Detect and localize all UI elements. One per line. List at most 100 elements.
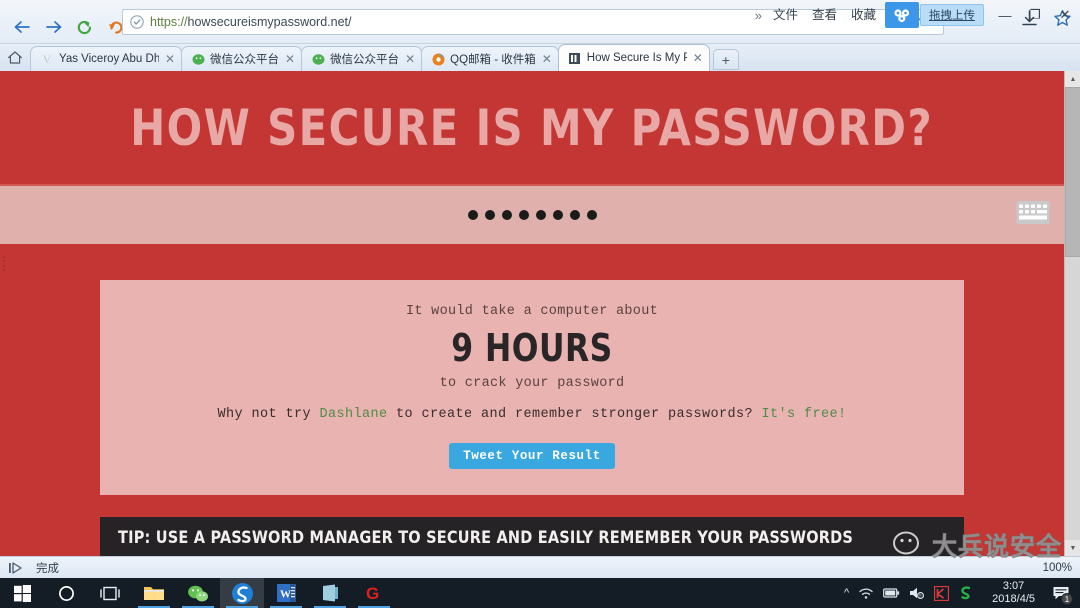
scrollbar-up-arrow[interactable]: ▲ [1065, 71, 1080, 87]
password-dot [518, 210, 529, 220]
web-page: How Secure Is My Password? [0, 71, 1064, 556]
page-body: It would take a computer about 9 HOURS t… [0, 244, 1064, 556]
page-header: How Secure Is My Password? [0, 71, 1064, 184]
page-viewport: How Secure Is My Password? [0, 71, 1080, 556]
crack-time-value: 9 HOURS [451, 326, 613, 370]
cortana-search-button[interactable] [44, 578, 88, 608]
minimize-button[interactable]: — [990, 2, 1020, 28]
notification-badge: 1 [1061, 593, 1073, 605]
tab-label: 微信公众平台 [330, 54, 400, 66]
result-sub-text: to crack your password [439, 376, 625, 391]
menu-file[interactable]: 文件 [766, 0, 805, 30]
password-dot [535, 210, 546, 220]
battery-icon[interactable] [883, 587, 900, 599]
forward-button[interactable] [39, 14, 67, 40]
tab-label: 微信公众平台 [210, 54, 279, 66]
home-icon[interactable] [0, 44, 30, 71]
page-scrollbar[interactable]: ▲ ▼ [1064, 71, 1080, 556]
password-dot [501, 210, 512, 220]
password-dot [569, 210, 580, 220]
tab-qq-mail[interactable]: QQ邮箱 - 收件箱 ✕ [421, 46, 559, 71]
menu-view[interactable]: 查看 [805, 0, 844, 30]
wifi-icon[interactable] [858, 586, 874, 600]
screen: ▼ https://howsecureismypassword.net/ ▼ »… [0, 0, 1080, 608]
kaspersky-icon[interactable] [934, 585, 950, 601]
promo-middle: to create and remember stronger password… [387, 407, 762, 422]
shield-check-icon [130, 15, 144, 29]
tab-close-icon[interactable]: ✕ [285, 52, 295, 66]
clock-time: 3:07 [1002, 580, 1025, 592]
sogou-ime-icon[interactable] [958, 585, 973, 601]
password-dot [484, 210, 495, 220]
reload-button[interactable] [70, 14, 98, 40]
back-button[interactable] [8, 14, 36, 40]
volume-icon[interactable]: ! [909, 586, 925, 600]
result-card: It would take a computer about 9 HOURS t… [100, 280, 964, 495]
start-button[interactable] [0, 578, 44, 608]
promo-prefix: Why not try [217, 407, 320, 422]
password-dot [467, 210, 478, 220]
tab-close-icon[interactable]: ✕ [693, 51, 703, 65]
tip-banner-text: TIP: USE A PASSWORD MANAGER TO SECURE AN… [118, 528, 854, 548]
tip-banner: TIP: USE A PASSWORD MANAGER TO SECURE AN… [100, 517, 964, 556]
cloud-upload-tooltip: 拖拽上传 [920, 4, 984, 26]
tab-how-secure-is-my-password[interactable]: How Secure Is My Pass ✕ [557, 44, 710, 71]
play-pause-icon[interactable] [8, 561, 24, 574]
overflow-chevron-icon[interactable]: » [751, 8, 766, 23]
status-bar-right: 100% [1043, 562, 1072, 574]
tab-close-icon[interactable]: ✕ [165, 52, 175, 66]
baidu-cloud-icon[interactable] [885, 2, 919, 28]
svg-text:W: W [280, 589, 291, 601]
clock[interactable]: 3:07 2018/4/5 [982, 580, 1041, 606]
zoom-level[interactable]: 100% [1043, 562, 1072, 574]
password-input[interactable] [467, 210, 597, 220]
tab-wechat-mp-2[interactable]: 微信公众平台 ✕ [301, 46, 423, 71]
promo-text: Why not try Dashlane to create and remem… [120, 407, 944, 422]
file-explorer-button[interactable] [132, 578, 176, 608]
tray-chevron-icon[interactable]: ^ [844, 587, 849, 599]
browser-status-bar: 完成 100% [0, 556, 1080, 578]
tab-favicon-qq-icon [431, 52, 445, 66]
url-scheme: https:// [150, 15, 188, 29]
new-tab-button[interactable]: + [712, 49, 739, 70]
window-controls: — ❐ ✕ [990, 2, 1080, 28]
word-button[interactable]: W [264, 578, 308, 608]
tab-wechat-mp-1[interactable]: 微信公众平台 ✕ [181, 46, 303, 71]
svg-text:!: ! [919, 593, 920, 599]
task-view-button[interactable] [88, 578, 132, 608]
its-free-link[interactable]: It's free! [762, 407, 847, 422]
sogou-browser-button[interactable] [220, 578, 264, 608]
tab-yas-viceroy[interactable]: V Yas Viceroy Abu Dhab ✕ [30, 46, 182, 71]
onenote-button[interactable] [308, 578, 352, 608]
gomplayer-button[interactable]: G [352, 578, 396, 608]
on-screen-keyboard-icon[interactable] [1016, 201, 1050, 230]
tab-close-icon[interactable]: ✕ [405, 52, 415, 66]
password-dot [552, 210, 563, 220]
tab-bar: V Yas Viceroy Abu Dhab ✕ 微信公众平台 ✕ 微信公众平台… [0, 44, 1080, 71]
clock-date: 2018/4/5 [992, 593, 1035, 605]
browser-toolbar: ▼ https://howsecureismypassword.net/ ▼ »… [0, 0, 1080, 44]
url-text: https://howsecureismypassword.net/ [150, 15, 352, 29]
tab-favicon-v-icon: V [42, 51, 52, 66]
scrollbar-thumb[interactable] [1065, 87, 1080, 257]
url-host: howsecureismypassword.net/ [187, 15, 352, 29]
browser-menu-bar: » 文件 查看 收藏 拖拽上传 — ❐ ✕ [751, 0, 1080, 30]
maximize-button[interactable]: ❐ [1020, 2, 1050, 28]
status-text: 完成 [36, 562, 59, 575]
close-button[interactable]: ✕ [1050, 2, 1080, 28]
system-tray: ^ ! 3:07 2018/4/5 1 [844, 580, 1080, 606]
menu-favorites[interactable]: 收藏 [844, 0, 883, 30]
tweet-your-result-button[interactable]: Tweet Your Result [449, 443, 615, 469]
page-left-artifact: :: [1, 255, 8, 275]
wechat-button[interactable] [176, 578, 220, 608]
tab-favicon-wechat-icon [191, 52, 205, 66]
tab-close-icon[interactable]: ✕ [542, 52, 552, 66]
navigation-buttons: ▼ [8, 14, 137, 40]
scrollbar-down-arrow[interactable]: ▼ [1065, 540, 1080, 556]
password-input-area[interactable] [0, 184, 1064, 244]
page-title: How Secure Is My Password? [130, 98, 934, 157]
notification-center-button[interactable]: 1 [1050, 582, 1073, 605]
windows-taskbar: W G ^ ! 3:07 2018/4/5 1 [0, 578, 1080, 608]
dashlane-link[interactable]: Dashlane [319, 407, 387, 422]
svg-text:G: G [366, 584, 379, 603]
